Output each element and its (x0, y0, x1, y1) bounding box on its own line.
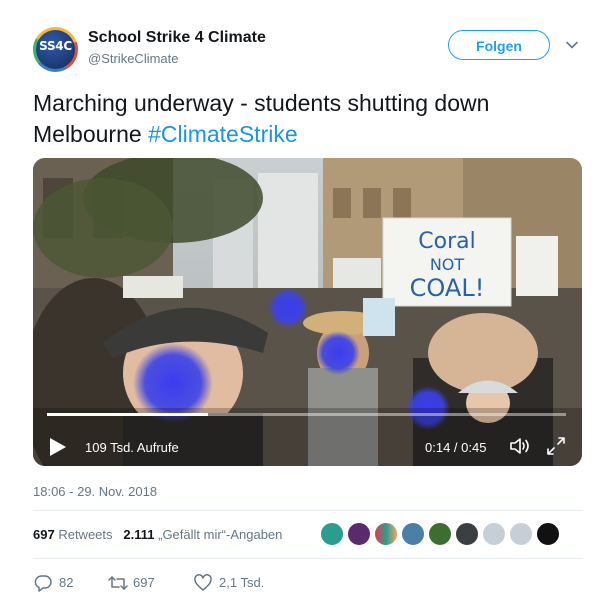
hashtag-link[interactable]: #ClimateStrike (148, 121, 298, 147)
retweet-icon (108, 576, 128, 590)
fullscreen-icon[interactable] (546, 436, 566, 456)
tweet-header: SS4C School Strike 4 Climate @StrikeClim… (33, 27, 583, 73)
liker-avatar[interactable] (400, 521, 426, 547)
user-name[interactable]: School Strike 4 Climate (88, 29, 266, 47)
reply-icon (34, 575, 52, 592)
video-frame: Coral NOT COAL! (33, 158, 582, 466)
liker-avatar[interactable] (508, 521, 534, 547)
svg-text:COAL!: COAL! (410, 274, 485, 302)
follow-button[interactable]: Folgen (448, 30, 550, 60)
video-view-count: 109 Tsd. Aufrufe (85, 440, 179, 455)
retweet-action-count: 697 (133, 575, 155, 590)
liker-avatar[interactable] (454, 521, 480, 547)
tweet-text: Marching underway - students shutting do… (33, 88, 583, 150)
svg-text:Coral: Coral (418, 229, 475, 254)
video-time: 0:14 / 0:45 (425, 440, 487, 455)
user-handle[interactable]: @StrikeClimate (88, 51, 179, 66)
video-progress-bar[interactable] (47, 413, 566, 416)
retweet-label[interactable]: Retweets (58, 527, 112, 542)
liker-avatar[interactable] (535, 521, 561, 547)
divider (33, 510, 583, 511)
svg-text:NOT: NOT (430, 255, 465, 274)
reply-count: 82 (59, 575, 74, 590)
liker-avatar[interactable] (427, 521, 453, 547)
engagement-stats: 697 Retweets 2.111 „Gefällt mir“-Angaben (33, 527, 282, 542)
like-action-count: 2,1 Tsd. (219, 575, 265, 590)
divider (33, 558, 583, 559)
liker-avatar[interactable] (319, 521, 345, 547)
play-icon[interactable] (49, 437, 67, 457)
liker-avatar[interactable] (481, 521, 507, 547)
avatar[interactable]: SS4C (33, 27, 78, 72)
tweet-timestamp[interactable]: 18:06 - 29. Nov. 2018 (33, 484, 157, 499)
retweet-count[interactable]: 697 (33, 527, 55, 542)
liker-avatar[interactable] (373, 521, 399, 547)
avatar-logo-text: SS4C (39, 39, 72, 53)
like-label[interactable]: „Gefällt mir“-Angaben (158, 527, 282, 542)
chevron-down-icon[interactable] (565, 38, 579, 52)
volume-icon[interactable] (508, 436, 532, 456)
liker-avatar[interactable] (346, 521, 372, 547)
video-player[interactable]: Coral NOT COAL! (33, 158, 582, 466)
heart-icon (194, 574, 212, 591)
video-progress-fill (47, 413, 208, 416)
like-count[interactable]: 2.111 (123, 527, 154, 542)
